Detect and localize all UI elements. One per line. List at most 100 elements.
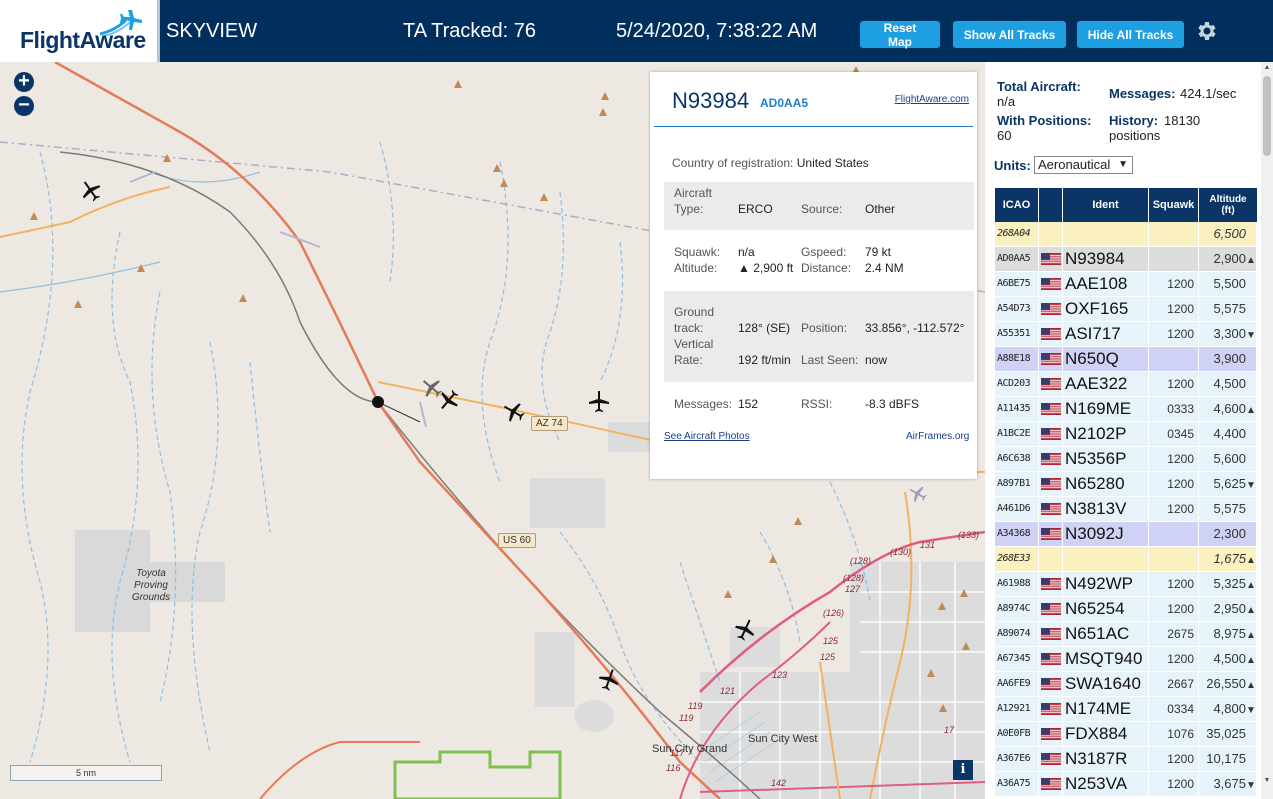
logo-text: FlightAware xyxy=(20,27,146,53)
scroll-thumb[interactable] xyxy=(1263,76,1271,156)
vrate-label-line1: Vertical xyxy=(674,337,714,351)
table-row[interactable]: A6C638 N5356P 1200 5,600 xyxy=(995,447,1257,472)
altitude-cell: 4,500 xyxy=(1199,372,1257,396)
units-select[interactable]: Aeronautical ▼ xyxy=(1034,156,1133,174)
aircraft-table-body: 268A04 6,500 AD0AA5 N93984 2,900▲ A6BE75 AAE10… xyxy=(995,222,1257,797)
squawk-cell: 1076 xyxy=(1149,722,1199,746)
flag-cell xyxy=(1039,247,1063,271)
table-row[interactable]: A34368 N3092J 2,300 xyxy=(995,522,1257,547)
map-view[interactable]: + − AZ 74 US 60 Toyota Proving Grounds S… xyxy=(0,62,985,799)
route-number: 119 xyxy=(679,713,694,723)
squawk-cell: 1200 xyxy=(1149,497,1199,521)
table-row[interactable]: AA6FE9 SWA1640 2667 26,550▲ xyxy=(995,672,1257,697)
flag-cell xyxy=(1039,747,1063,771)
altitude-value: 5,600 xyxy=(1213,451,1246,466)
show-all-tracks-button[interactable]: Show All Tracks xyxy=(953,21,1066,48)
col-squawk[interactable]: Squawk xyxy=(1149,188,1199,222)
altitude-value: 4,600 xyxy=(1213,401,1246,416)
squawk-label: Squawk: xyxy=(674,245,721,259)
table-row[interactable]: A11435 N169ME 0333 4,600▲ xyxy=(995,397,1257,422)
col-ident[interactable]: Ident xyxy=(1063,188,1149,222)
ident-cell: AAE108 xyxy=(1063,272,1149,296)
table-row[interactable]: A461D6 N3813V 1200 5,575 xyxy=(995,497,1257,522)
table-row[interactable]: A0E0FB FDX884 1076 35,025 xyxy=(995,722,1257,747)
ident-cell: SWA1640 xyxy=(1063,672,1149,696)
icao-cell: A461D6 xyxy=(995,497,1039,521)
aircraft-photos-link[interactable]: See Aircraft Photos xyxy=(664,431,750,442)
squawk-cell: 1200 xyxy=(1149,647,1199,671)
us-flag-icon xyxy=(1041,377,1061,394)
zoom-out-button[interactable]: − xyxy=(14,95,34,116)
scroll-down-icon[interactable]: ▼ xyxy=(1263,777,1271,785)
table-row[interactable]: ACD203 AAE322 1200 4,500 xyxy=(995,372,1257,397)
gear-icon[interactable] xyxy=(1195,19,1219,43)
chevron-down-icon: ▼ xyxy=(1118,159,1128,170)
icao-cell: 268A04 xyxy=(995,222,1039,246)
reset-map-button[interactable]: Reset Map xyxy=(860,21,940,49)
airframes-link[interactable]: AirFrames.org xyxy=(906,431,969,442)
altitude-value: 5,325 xyxy=(1213,576,1246,591)
type-label-line2: Type: xyxy=(674,202,704,216)
ident-cell: N650Q xyxy=(1063,347,1149,371)
col-altitude[interactable]: Altitude (ft) xyxy=(1199,188,1257,222)
route-number: 121 xyxy=(720,686,736,696)
scrollbar[interactable]: ▲ ▼ xyxy=(1261,62,1273,799)
table-row[interactable]: A6BE75 AAE108 1200 5,500 xyxy=(995,272,1257,297)
table-row[interactable]: A1BC2E N2102P 0345 4,400 xyxy=(995,422,1257,447)
altitude-cell: 4,500▲ xyxy=(1199,647,1257,671)
flag-cell xyxy=(1039,272,1063,296)
table-row[interactable]: A61988 N492WP 1200 5,325▲ xyxy=(995,572,1257,597)
place-label-toyota: Toyota Proving Grounds xyxy=(131,568,171,603)
table-row[interactable]: A367E6 N3187R 1200 10,175 xyxy=(995,747,1257,772)
col-icao[interactable]: ICAO xyxy=(995,188,1039,222)
positions-value: 60 xyxy=(997,128,1012,143)
squawk-cell: 2667 xyxy=(1149,672,1199,696)
flag-cell xyxy=(1039,397,1063,421)
us-flag-icon xyxy=(1041,302,1061,319)
table-row[interactable]: A67345 MSQT940 1200 4,500▲ xyxy=(995,647,1257,672)
flightaware-link[interactable]: FlightAware.com xyxy=(895,94,969,105)
table-row[interactable]: A54D73 OXF165 1200 5,575 xyxy=(995,297,1257,322)
table-row[interactable]: A88E18 N650Q 3,900 xyxy=(995,347,1257,372)
hide-all-tracks-button[interactable]: Hide All Tracks xyxy=(1077,21,1184,48)
road-label-us60: US 60 xyxy=(498,533,536,548)
table-row[interactable]: 268A04 6,500 xyxy=(995,222,1257,247)
us-flag-icon xyxy=(1041,777,1061,794)
altitude-value: ▲ 2,900 ft xyxy=(738,261,794,275)
top-header: FlightAware SKYVIEW TA Tracked: 76 5/24/… xyxy=(0,0,1273,62)
ident-cell xyxy=(1063,547,1149,571)
squawk-cell: 1200 xyxy=(1149,297,1199,321)
us-flag-icon xyxy=(1041,527,1061,544)
ident-cell: N65280 xyxy=(1063,472,1149,496)
icao-cell: A897B1 xyxy=(995,472,1039,496)
table-row[interactable]: A36A75 N253VA 1200 3,675▼ xyxy=(995,772,1257,797)
scroll-up-icon[interactable]: ▲ xyxy=(1263,64,1271,72)
flightaware-logo[interactable]: FlightAware xyxy=(0,0,160,62)
table-row[interactable]: A55351 ASI717 1200 3,300▼ xyxy=(995,322,1257,347)
altitude-cell: 2,950▲ xyxy=(1199,597,1257,621)
table-row[interactable]: A89074 N651AC 2675 8,975▲ xyxy=(995,622,1257,647)
squawk-cell xyxy=(1149,222,1199,246)
altitude-value: 26,550 xyxy=(1206,676,1246,691)
flag-cell xyxy=(1039,372,1063,396)
altitude-value: 6,500 xyxy=(1213,226,1246,241)
lastseen-label: Last Seen: xyxy=(801,353,859,367)
table-row[interactable]: A12921 N174ME 0334 4,800▼ xyxy=(995,697,1257,722)
table-row[interactable]: AD0AA5 N93984 2,900▲ xyxy=(995,247,1257,272)
table-row[interactable]: A8974C N65254 1200 2,950▲ xyxy=(995,597,1257,622)
country-label: Country of registration: xyxy=(672,156,794,170)
squawk-cell: 1200 xyxy=(1149,772,1199,796)
route-number: 116 xyxy=(666,763,681,773)
altitude-cell: 35,025 xyxy=(1199,722,1257,746)
flag-cell xyxy=(1039,347,1063,371)
ident-cell: FDX884 xyxy=(1063,722,1149,746)
gspeed-label: Gspeed: xyxy=(801,245,847,259)
icao-cell: A6BE75 xyxy=(995,272,1039,296)
aircraft-icon[interactable] xyxy=(587,390,611,414)
altitude-cell: 4,600▲ xyxy=(1199,397,1257,421)
icao-cell: A89074 xyxy=(995,622,1039,646)
table-row[interactable]: A897B1 N65280 1200 5,625▼ xyxy=(995,472,1257,497)
zoom-in-button[interactable]: + xyxy=(14,71,34,92)
table-row[interactable]: 268E33 1,675▲ xyxy=(995,547,1257,572)
info-icon[interactable]: i xyxy=(953,760,973,780)
